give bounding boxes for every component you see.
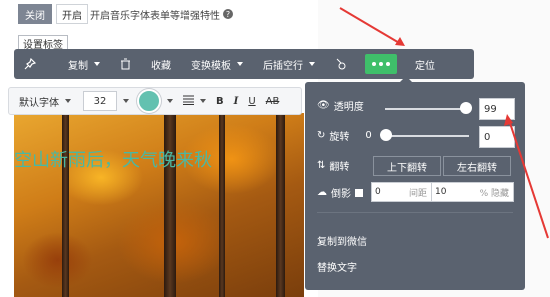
annotation-arrow [339, 7, 402, 45]
annotation-arrow [508, 119, 549, 239]
arrow-head [504, 114, 513, 126]
annotation-layer [339, 7, 549, 239]
